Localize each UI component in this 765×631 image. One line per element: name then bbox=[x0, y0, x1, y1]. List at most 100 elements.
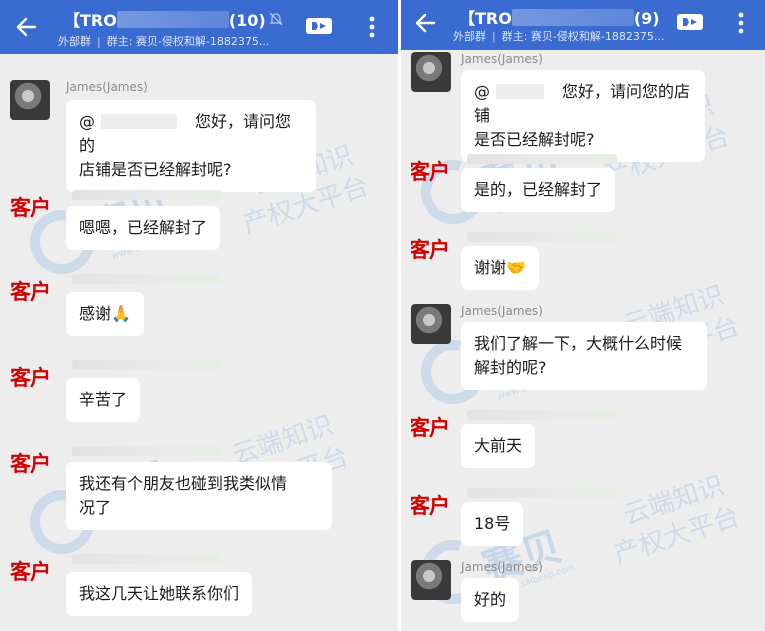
avatar[interactable]: 客户 bbox=[411, 406, 451, 446]
message-item: 客户 是的，已经解封了 bbox=[401, 150, 765, 212]
sender-name: James(James) bbox=[461, 304, 543, 318]
redacted-name bbox=[511, 9, 634, 26]
message-text: 我这几天让她联系你们 bbox=[79, 584, 240, 603]
avatar[interactable] bbox=[10, 80, 50, 120]
redacted-sender bbox=[72, 554, 222, 564]
sender-name: James(James) bbox=[461, 560, 543, 574]
video-call-button[interactable] bbox=[675, 10, 705, 34]
message-item: 客户 我这几天让她联系你们 bbox=[0, 550, 398, 616]
video-camera-icon bbox=[306, 18, 332, 34]
redacted-sender bbox=[467, 232, 617, 242]
message-bubble[interactable]: 嗯嗯，已经解封了 bbox=[66, 206, 221, 250]
redacted-mention bbox=[101, 114, 177, 129]
message-text: 嗯嗯，已经解封了 bbox=[79, 218, 208, 237]
back-button[interactable] bbox=[411, 9, 439, 37]
customer-label: 客户 bbox=[10, 366, 50, 390]
message-item: 客户 我还有个朋友也碰到我类似情 况了 bbox=[0, 442, 398, 532]
group-title-prefix: 【TRO bbox=[459, 9, 512, 28]
message-bubble[interactable]: 我这几天让她联系你们 bbox=[66, 572, 253, 616]
message-bubble[interactable]: @ 您好，请问您的店铺 是否已经解封呢? bbox=[461, 70, 705, 162]
customer-label: 客户 bbox=[411, 494, 450, 518]
message-text: 辛苦了 bbox=[79, 390, 128, 409]
group-owner: 群主: 赛贝-侵权和解-1882375... bbox=[501, 30, 665, 43]
more-options-button[interactable] bbox=[731, 10, 751, 36]
message-item: 客户 感谢🙏 bbox=[0, 270, 398, 336]
message-item: James(James) 我们了解一下，大概什么时候 解封的呢? bbox=[401, 304, 765, 390]
avatar[interactable]: 客户 bbox=[411, 150, 451, 190]
message-bubble[interactable]: 大前天 bbox=[461, 424, 536, 468]
sender-name: James(James) bbox=[66, 80, 148, 94]
group-title: 【TRO (10) bbox=[64, 7, 266, 31]
message-bubble[interactable]: 我们了解一下，大概什么时候 解封的呢? bbox=[461, 322, 707, 390]
redacted-sender bbox=[72, 190, 222, 200]
avatar[interactable]: 客户 bbox=[411, 484, 451, 524]
message-bubble[interactable]: 好的 bbox=[461, 578, 520, 622]
avatar[interactable] bbox=[411, 304, 451, 344]
message-item: James(James) @ 您好，请问您的店铺 是否已经解封呢? bbox=[401, 52, 765, 162]
group-owner: 群主: 赛贝-侵权和解-1882375... bbox=[106, 35, 270, 48]
avatar[interactable]: 客户 bbox=[10, 270, 50, 310]
message-bubble[interactable]: 辛苦了 bbox=[66, 378, 141, 422]
mention: @ bbox=[474, 82, 490, 101]
message-item: James(James) 好的 bbox=[401, 560, 765, 624]
avatar[interactable]: 客户 bbox=[10, 550, 50, 590]
avatar[interactable] bbox=[411, 52, 451, 92]
message-text: 店铺是否已经解封呢? bbox=[79, 160, 232, 179]
message-bubble[interactable]: 18号 bbox=[461, 502, 524, 546]
sender-name: James(James) bbox=[461, 52, 543, 66]
message-bubble[interactable]: 谢谢🤝 bbox=[461, 246, 539, 290]
message-item: 客户 大前天 bbox=[401, 406, 765, 468]
message-bubble[interactable]: 感谢🙏 bbox=[66, 292, 144, 336]
external-group-tag: 外部群 bbox=[58, 35, 91, 48]
message-text: 感谢🙏 bbox=[79, 304, 131, 323]
more-options-button[interactable] bbox=[362, 14, 382, 40]
customer-label: 客户 bbox=[411, 160, 450, 184]
mention: @ bbox=[79, 112, 95, 131]
redacted-name bbox=[116, 11, 229, 28]
message-text: 我还有个朋友也碰到我类似情 bbox=[79, 474, 288, 493]
avatar[interactable]: 客户 bbox=[10, 442, 50, 482]
group-title-prefix: 【TRO bbox=[64, 11, 117, 30]
group-title: 【TRO (9) bbox=[459, 5, 660, 29]
message-text: 我们了解一下，大概什么时候 bbox=[474, 334, 683, 353]
more-vertical-icon bbox=[738, 12, 744, 34]
redacted-sender bbox=[467, 410, 617, 420]
redacted-sender bbox=[72, 360, 222, 370]
message-bubble[interactable]: 我还有个朋友也碰到我类似情 况了 bbox=[66, 462, 332, 530]
customer-label: 客户 bbox=[10, 560, 50, 584]
chat-header: 【TRO (9) 外部群 | 群主: 赛贝-侵权和解-1882375... bbox=[401, 0, 765, 50]
message-item: James(James) @ 您好，请问您的 店铺是否已经解封呢? bbox=[0, 78, 398, 192]
redacted-sender bbox=[467, 488, 617, 498]
video-call-button[interactable] bbox=[304, 14, 334, 38]
message-bubble[interactable]: @ 您好，请问您的 店铺是否已经解封呢? bbox=[66, 100, 316, 192]
avatar[interactable]: 客户 bbox=[411, 228, 451, 268]
video-camera-icon bbox=[677, 14, 703, 30]
message-item: 客户 谢谢🤝 bbox=[401, 228, 765, 290]
avatar[interactable]: 客户 bbox=[10, 186, 50, 226]
message-text: 18号 bbox=[474, 514, 511, 533]
redacted-sender bbox=[467, 154, 617, 164]
avatar[interactable] bbox=[411, 560, 451, 600]
avatar[interactable]: 客户 bbox=[10, 356, 50, 396]
message-text: 是的，已经解封了 bbox=[474, 180, 603, 199]
message-bubble[interactable]: 是的，已经解封了 bbox=[461, 168, 616, 212]
back-button[interactable] bbox=[12, 13, 40, 41]
message-text: 谢谢🤝 bbox=[474, 258, 526, 277]
arrow-left-icon bbox=[415, 13, 436, 33]
chat-header: 【TRO (10) 外部群 | 群主: 赛贝-侵权和解-1882375... bbox=[0, 0, 398, 54]
message-text: 好的 bbox=[474, 590, 507, 609]
chat-panel-right: 【TRO(9) 外部群|群主: 赛贝-侵权和解-1882375... 赛贝 云端… bbox=[401, 0, 765, 631]
group-subtitle: 外部群 | 群主: 赛贝-侵权和解-1882375... bbox=[58, 35, 270, 48]
customer-label: 客户 bbox=[411, 416, 450, 440]
customer-label: 客户 bbox=[411, 238, 450, 262]
redacted-sender bbox=[72, 274, 222, 284]
message-item: 客户 嗯嗯，已经解封了 bbox=[0, 186, 398, 252]
message-item: 客户 18号 bbox=[401, 484, 765, 546]
redacted-mention bbox=[496, 84, 544, 99]
arrow-left-icon bbox=[16, 17, 37, 37]
customer-label: 客户 bbox=[10, 452, 50, 476]
group-member-count: (9) bbox=[633, 9, 660, 28]
message-text: 解封的呢? bbox=[474, 358, 547, 377]
message-text: 大前天 bbox=[474, 436, 523, 455]
message-text: 是否已经解封呢? bbox=[474, 130, 595, 149]
